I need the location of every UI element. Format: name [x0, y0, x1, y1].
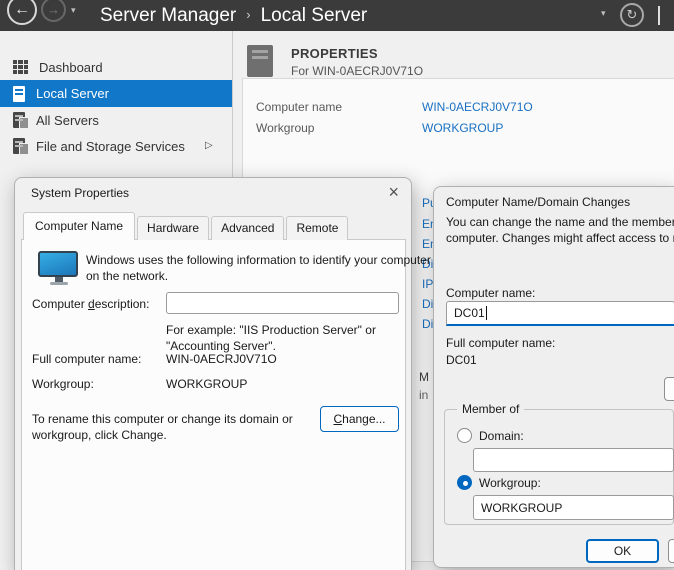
full-computer-name-value: DC01 — [446, 353, 477, 367]
nav-dropdown-caret-icon[interactable]: ▾ — [71, 5, 76, 16]
domain-radio-label[interactable]: Domain: — [479, 429, 524, 443]
ok-button[interactable]: OK — [586, 539, 659, 563]
system-properties-dialog: System Properties × Computer Name Hardwa… — [14, 177, 412, 570]
properties-subtitle: For WIN-0AECRJ0V71O — [291, 64, 423, 78]
computer-description-label: Computer description: — [32, 297, 149, 311]
dashboard-icon — [13, 60, 28, 74]
tab-page-computer-name: Windows uses the following information t… — [21, 239, 406, 570]
refresh-icon[interactable]: ↻ — [620, 3, 644, 27]
domain-input[interactable] — [473, 448, 674, 472]
clipped-value-link[interactable]: Di — [422, 317, 433, 331]
clipped-text: in — [419, 388, 428, 402]
computer-name-link[interactable]: WIN-0AECRJ0V71O — [422, 100, 533, 114]
computer-name-label: Computer name: — [446, 286, 535, 300]
monitor-icon — [38, 251, 80, 289]
close-icon[interactable]: × — [388, 182, 399, 202]
computer-description-input[interactable] — [166, 292, 399, 314]
sidebar-item-label: Dashboard — [39, 60, 103, 75]
forward-icon: → — [41, 0, 66, 22]
clipped-text: M — [419, 370, 429, 384]
domain-changes-dialog: Computer Name/Domain Changes You can cha… — [433, 186, 674, 568]
local-server-icon — [13, 86, 25, 102]
workgroup-label: Workgroup: — [32, 377, 94, 391]
member-of-groupbox: Member of Domain: Workgroup: WORKGROUP — [444, 409, 674, 525]
workgroup-radio[interactable] — [457, 475, 472, 490]
workgroup-radio-label[interactable]: Workgroup: — [479, 476, 541, 490]
sidebar-item-label: Local Server — [36, 86, 109, 101]
workgroup-input[interactable]: WORKGROUP — [473, 495, 674, 520]
workgroup-link[interactable]: WORKGROUP — [422, 121, 503, 135]
chevron-right-icon: ▷ — [205, 140, 213, 151]
file-storage-icon — [13, 138, 25, 154]
full-computer-name-label: Full computer name: — [32, 352, 141, 366]
properties-title: PROPERTIES — [291, 46, 378, 61]
full-computer-name-value: WIN-0AECRJ0V71O — [166, 352, 277, 366]
computer-name-input[interactable]: DC01 — [446, 301, 674, 326]
tab-computer-name[interactable]: Computer Name — [23, 212, 135, 240]
back-icon[interactable]: ← — [7, 0, 37, 25]
sidebar-item-local-server[interactable]: Local Server — [0, 80, 232, 107]
tab-bar: Computer Name Hardware Advanced Remote — [23, 212, 350, 240]
dialog-title: Computer Name/Domain Changes — [446, 195, 630, 209]
title-bar: ← → ▾ Server Manager › Local Server ▾ ↻ — [0, 0, 674, 31]
all-servers-icon — [13, 112, 25, 128]
property-label: Computer name — [256, 100, 342, 114]
dialog-body-text: computer. Changes might affect access to… — [446, 231, 674, 245]
toolbar-separator — [658, 6, 660, 25]
sidebar-item-label: All Servers — [36, 113, 99, 128]
manage-dropdown-caret-icon[interactable]: ▾ — [601, 8, 606, 19]
more-button-clipped[interactable] — [664, 377, 674, 401]
breadcrumb-root[interactable]: Server Manager — [100, 5, 236, 27]
breadcrumb-separator: › — [246, 7, 250, 22]
sidebar-item-label: File and Storage Services — [36, 139, 185, 154]
clipped-value-link[interactable]: Di — [422, 297, 433, 311]
member-of-label: Member of — [457, 402, 524, 416]
server-manager-window: ← → ▾ Server Manager › Local Server ▾ ↻ … — [0, 0, 674, 570]
breadcrumb: Server Manager › Local Server — [100, 0, 367, 31]
dialog-title: System Properties — [31, 186, 129, 200]
intro-text: on the network. — [86, 269, 168, 283]
example-text: "Accounting Server". — [166, 339, 276, 353]
rename-hint-text: To rename this computer or change its do… — [32, 412, 293, 426]
property-label: Workgroup — [256, 121, 314, 135]
example-text: For example: "IIS Production Server" or — [166, 323, 376, 337]
tab-hardware[interactable]: Hardware — [137, 216, 209, 240]
server-icon — [247, 45, 273, 77]
sidebar-item-file-storage[interactable]: File and Storage Services ▷ — [0, 133, 232, 159]
full-computer-name-label: Full computer name: — [446, 336, 555, 350]
sidebar-item-all-servers[interactable]: All Servers — [0, 107, 232, 133]
domain-radio[interactable] — [457, 428, 472, 443]
clipped-value-link[interactable]: IP — [422, 277, 433, 291]
workgroup-value: WORKGROUP — [166, 377, 247, 391]
cancel-button-clipped[interactable] — [668, 539, 674, 563]
sidebar-item-dashboard[interactable]: Dashboard — [0, 54, 232, 80]
rename-hint-text: workgroup, click Change. — [32, 428, 167, 442]
tab-advanced[interactable]: Advanced — [211, 216, 284, 240]
breadcrumb-current: Local Server — [261, 5, 368, 27]
intro-text: Windows uses the following information t… — [86, 253, 431, 267]
tab-remote[interactable]: Remote — [286, 216, 348, 240]
change-button[interactable]: Change... — [320, 406, 399, 432]
dialog-body-text: You can change the name and the membersh… — [446, 215, 674, 229]
text-cursor — [486, 306, 487, 320]
